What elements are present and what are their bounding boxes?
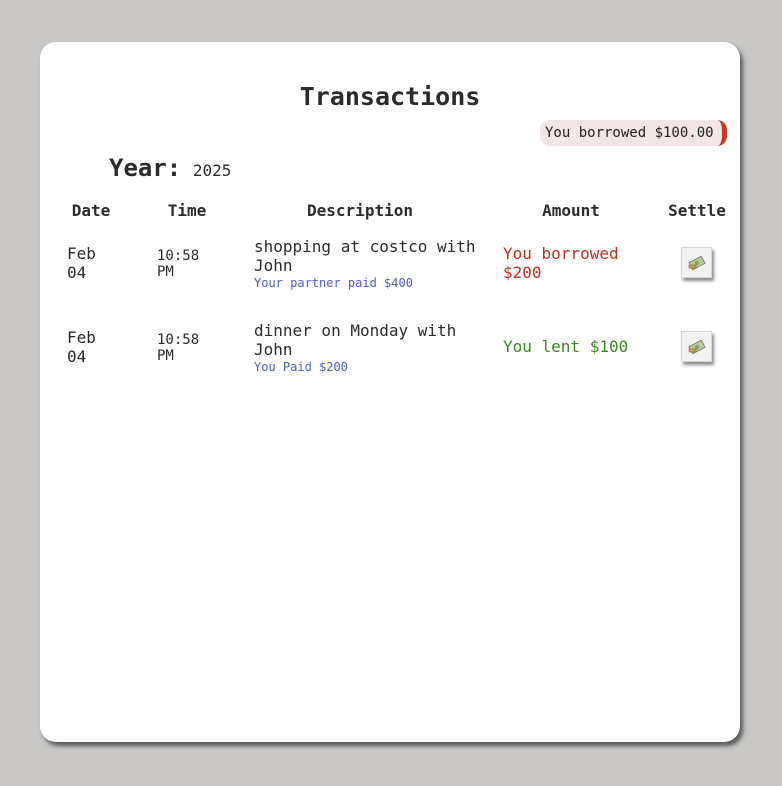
time-ampm: PM (157, 264, 174, 280)
page-title: Transactions (299, 82, 481, 111)
row-time: 10:58 PM (157, 248, 199, 280)
date-month: Feb (67, 244, 96, 263)
description-text: shopping at costco with John (254, 237, 476, 275)
transactions-card: Transactions You borrowed $100.00 Year: … (40, 42, 740, 742)
year-value[interactable]: 2025 (193, 161, 232, 180)
year-row: Year: 2025 (109, 154, 231, 182)
balance-badge: You borrowed $100.00 (540, 120, 727, 146)
time-hm: 10:58 (157, 248, 200, 264)
header-amount: Amount (542, 201, 600, 220)
row-date: Feb 04 (67, 244, 96, 282)
header-date: Date (71, 201, 111, 220)
time-hm: 10:58 (157, 332, 200, 348)
row-description: shopping at costco with John Your partne… (254, 237, 484, 291)
header-description: Description (307, 201, 413, 220)
row-description: dinner on Monday with John You Paid $200 (254, 321, 484, 375)
settle-button[interactable] (681, 247, 712, 278)
time-ampm: PM (157, 348, 174, 364)
amount-value: $200 (503, 263, 542, 282)
payment-note: You Paid $200 (254, 360, 348, 374)
description-text: dinner on Monday with John (254, 321, 457, 359)
amount-text: You lent $100 (503, 337, 629, 356)
row-amount: You lent $100 (503, 337, 663, 356)
header-time: Time (167, 201, 207, 220)
money-icon (687, 339, 706, 354)
year-label: Year: (109, 154, 182, 182)
amount-text: You borrowed (503, 244, 619, 263)
row-amount: You borrowed $200 (503, 244, 663, 282)
table-row: Feb 04 10:58 PM dinner on Monday with Jo… (40, 320, 740, 390)
date-month: Feb (67, 328, 96, 347)
header-settle: Settle (668, 201, 726, 220)
money-icon (687, 255, 706, 270)
table-row: Feb 04 10:58 PM shopping at costco with … (40, 236, 740, 306)
payment-note: Your partner paid $400 (254, 276, 413, 290)
row-time: 10:58 PM (157, 332, 199, 364)
date-day: 04 (67, 347, 87, 366)
row-date: Feb 04 (67, 328, 96, 366)
date-day: 04 (67, 263, 87, 282)
settle-button[interactable] (681, 331, 712, 362)
